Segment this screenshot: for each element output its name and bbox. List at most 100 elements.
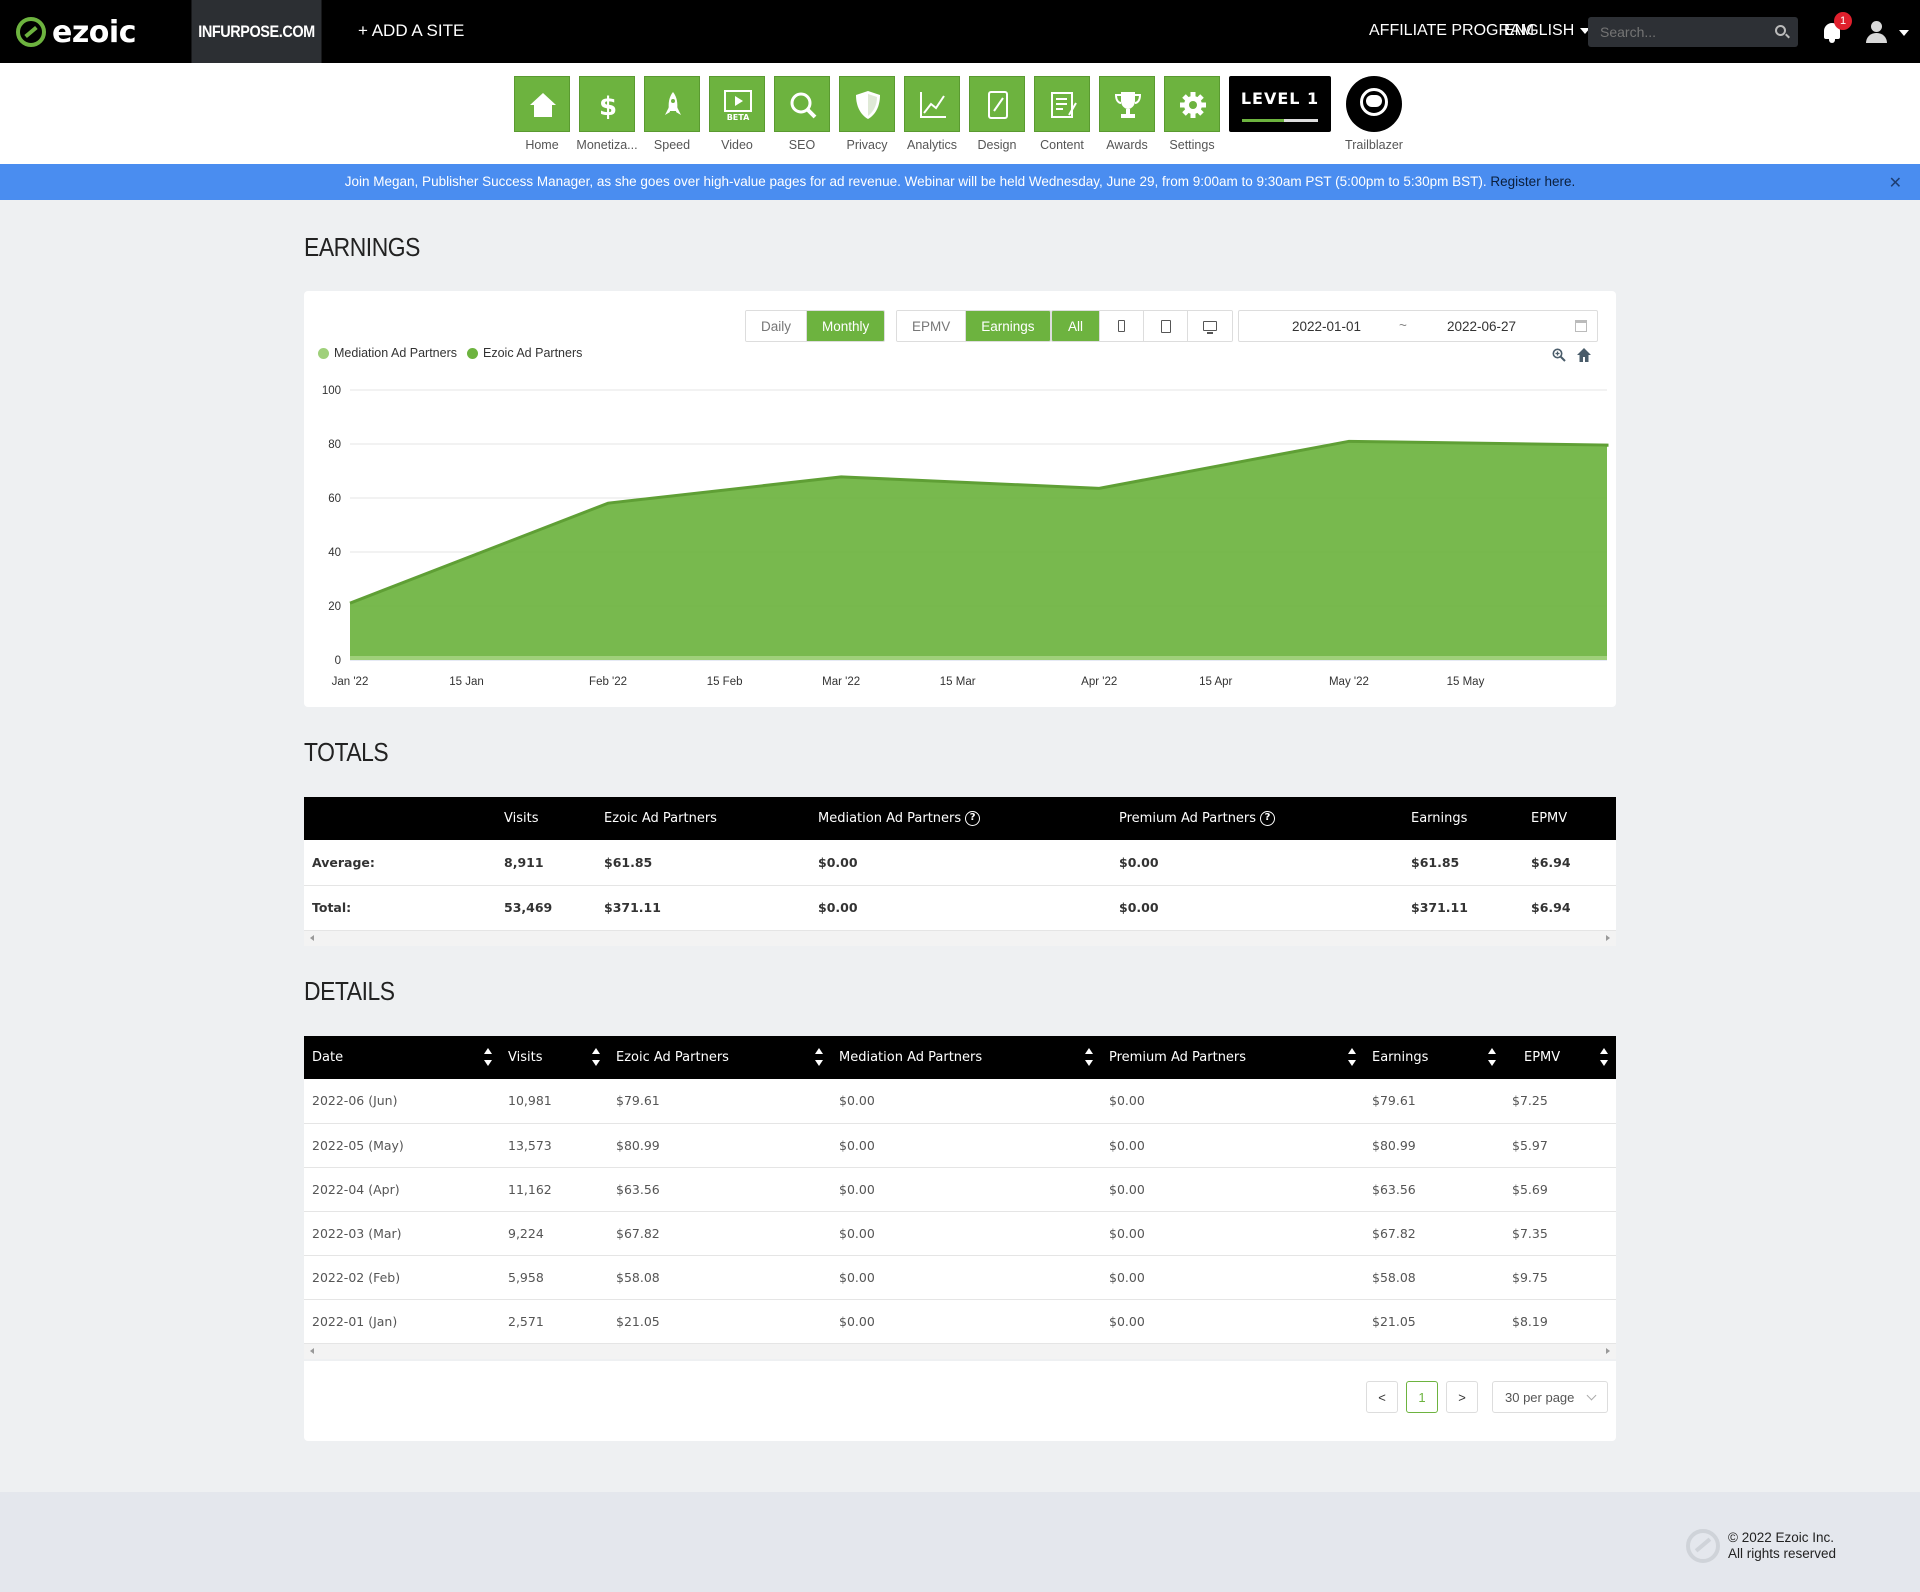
help-icon[interactable]: ? [1260, 811, 1276, 826]
announcement-banner: Join Megan, Publisher Success Manager, a… [0, 164, 1920, 200]
nav-label: Settings [1169, 138, 1215, 152]
search-icon[interactable] [1775, 25, 1786, 36]
trailblazer-badge[interactable]: Trailblazer [1342, 76, 1406, 152]
table-cell: $371.11 [1403, 885, 1523, 931]
nav-settings[interactable]: Settings [1164, 76, 1220, 152]
nav-awards[interactable]: Awards [1099, 76, 1155, 152]
nav-privacy[interactable]: Privacy [839, 76, 895, 152]
next-page-button[interactable]: > [1446, 1381, 1478, 1413]
sort-by-earnings[interactable]: Earnings [1364, 1036, 1504, 1079]
table-cell: $0.00 [831, 1167, 1101, 1212]
line-chart-icon [920, 92, 946, 118]
page-1-button[interactable]: 1 [1406, 1381, 1438, 1413]
table-cell: $80.99 [608, 1123, 831, 1168]
desktop-button[interactable] [1188, 311, 1233, 341]
table-cell: $79.61 [1364, 1079, 1504, 1124]
notification-badge: 1 [1834, 12, 1852, 30]
per-page-select[interactable]: 30 per page [1492, 1381, 1608, 1413]
sort-by-epmv[interactable]: EPMV [1504, 1036, 1616, 1079]
sort-by-date[interactable]: Date [304, 1036, 500, 1079]
sort-by-ezoic[interactable]: Ezoic Ad Partners [608, 1036, 831, 1079]
zoom-in-icon[interactable] [1552, 348, 1566, 362]
nav-speed[interactable]: Speed [644, 76, 700, 152]
y-tick-label: 80 [328, 439, 341, 451]
scroll-right-icon[interactable] [1606, 1347, 1610, 1354]
period-toggle: Daily Monthly [745, 310, 886, 342]
level-badge[interactable]: LEVEL 1 [1229, 76, 1331, 132]
copyright-text: © 2022 Ezoic Inc. [1728, 1530, 1835, 1545]
earnings-button[interactable]: Earnings [966, 311, 1050, 341]
language-dropdown[interactable]: ENGLISH [1504, 22, 1591, 40]
all-devices-button[interactable]: All [1052, 311, 1101, 341]
mobile-button[interactable] [1100, 311, 1145, 341]
totals-col-label [304, 797, 496, 840]
nav-analytics[interactable]: Analytics [904, 76, 960, 152]
nav-content[interactable]: Content [1034, 76, 1090, 152]
table-row: 2022-05 (May) 13,573 $80.99 $0.00 $0.00 $80.9… [304, 1123, 1616, 1168]
table-cell: $63.56 [608, 1167, 831, 1212]
site-selector[interactable]: INFURPOSE.COM [191, 0, 322, 63]
table-cell: $6.94 [1523, 840, 1616, 886]
totals-table: Visits Ezoic Ad Partners Mediation Ad Pa… [304, 797, 1616, 946]
chart-legend: Mediation Ad Partners Ezoic Ad Partners [318, 346, 592, 360]
sort-by-visits[interactable]: Visits [500, 1036, 608, 1079]
table-cell: $0.00 [1101, 1167, 1364, 1212]
device-toggle: All [1051, 310, 1234, 342]
nav-monetization[interactable]: $ Monetiza... [576, 76, 638, 152]
daily-button[interactable]: Daily [746, 311, 808, 341]
scroll-left-icon[interactable] [310, 934, 314, 941]
nav-home[interactable]: Home [514, 76, 570, 152]
add-site-link[interactable]: + ADD A SITE [358, 21, 464, 41]
table-cell: $9.75 [1504, 1255, 1616, 1300]
totals-title: TOTALS [304, 737, 389, 767]
user-icon[interactable] [1865, 21, 1887, 43]
register-link[interactable]: Register here. [1490, 174, 1575, 189]
reset-zoom-home-icon[interactable] [1576, 347, 1592, 363]
ezoic-logo-icon [16, 17, 46, 47]
help-icon[interactable]: ? [965, 811, 981, 826]
per-page-label: 30 per page [1505, 1390, 1575, 1405]
table-cell: $0.00 [1101, 1123, 1364, 1168]
table-row: 2022-01 (Jan) 2,571 $21.05 $0.00 $0.00 $21.05… [304, 1299, 1616, 1344]
prev-page-button[interactable]: < [1366, 1381, 1398, 1413]
table-cell: $61.85 [596, 840, 810, 886]
scroll-right-icon[interactable] [1606, 934, 1610, 941]
table-cell: $58.08 [608, 1255, 831, 1300]
chevron-down-icon[interactable] [1899, 30, 1909, 36]
horizontal-scrollbar[interactable] [304, 1343, 1616, 1359]
document-icon [1051, 92, 1077, 118]
x-tick-label: Jan '22 [332, 676, 369, 688]
desktop-icon [1203, 321, 1218, 334]
details-title: DETAILS [304, 976, 395, 1006]
table-cell: 13,573 [500, 1123, 608, 1168]
nav-seo[interactable]: SEO [774, 76, 830, 152]
date-range-picker[interactable]: 2022-01-01 ~ 2022-06-27 [1238, 310, 1598, 342]
scroll-left-icon[interactable] [310, 1347, 314, 1354]
search-input[interactable] [1588, 17, 1758, 47]
sort-icon [1600, 1048, 1608, 1066]
table-cell: $0.00 [1111, 885, 1403, 931]
sort-by-premium[interactable]: Premium Ad Partners [1101, 1036, 1364, 1079]
table-cell: $58.08 [1364, 1255, 1504, 1300]
epmv-button[interactable]: EPMV [897, 311, 967, 341]
nav-design[interactable]: Design [969, 76, 1025, 152]
table-cell: $5.97 [1504, 1123, 1616, 1168]
ezoic-logo[interactable]: ezoic [16, 15, 136, 50]
close-icon[interactable]: ✕ [1889, 173, 1902, 193]
table-cell: $21.05 [1364, 1299, 1504, 1344]
legend-ezoic[interactable]: Ezoic Ad Partners [467, 346, 582, 360]
table-cell: $0.00 [1101, 1211, 1364, 1256]
ezoic-footer-logo-icon [1686, 1529, 1720, 1563]
monthly-button[interactable]: Monthly [807, 311, 885, 341]
table-cell: 2022-05 (May) [304, 1123, 500, 1168]
x-tick-label: Apr '22 [1081, 676, 1117, 688]
nav-video[interactable]: BETA Video [709, 76, 765, 152]
totals-col-visits: Visits [504, 811, 539, 826]
series-ezoic-area [350, 441, 1607, 660]
sort-by-mediation[interactable]: Mediation Ad Partners [831, 1036, 1101, 1079]
legend-mediation[interactable]: Mediation Ad Partners [318, 346, 457, 360]
svg-text:BETA: BETA [727, 113, 750, 121]
tablet-button[interactable] [1144, 311, 1189, 341]
details-header-row: Date Visits Ezoic Ad Partners Mediation … [304, 1036, 1616, 1079]
horizontal-scrollbar[interactable] [304, 930, 1616, 946]
